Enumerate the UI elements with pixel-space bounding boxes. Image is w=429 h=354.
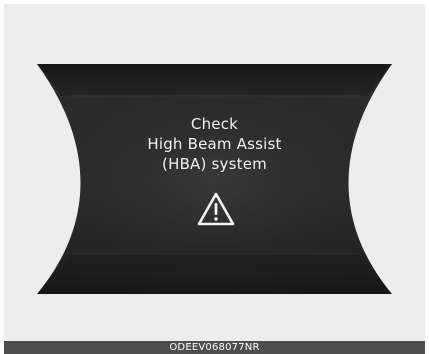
warning-message: Check High Beam Assist (HBA) system (4, 114, 425, 174)
warning-triangle-icon (197, 192, 235, 226)
message-line-system: (HBA) system (162, 155, 267, 173)
message-line-feature: High Beam Assist (147, 135, 282, 153)
message-line-check: Check (190, 115, 239, 133)
image-code-caption: ODEEV068077NR (4, 341, 425, 354)
